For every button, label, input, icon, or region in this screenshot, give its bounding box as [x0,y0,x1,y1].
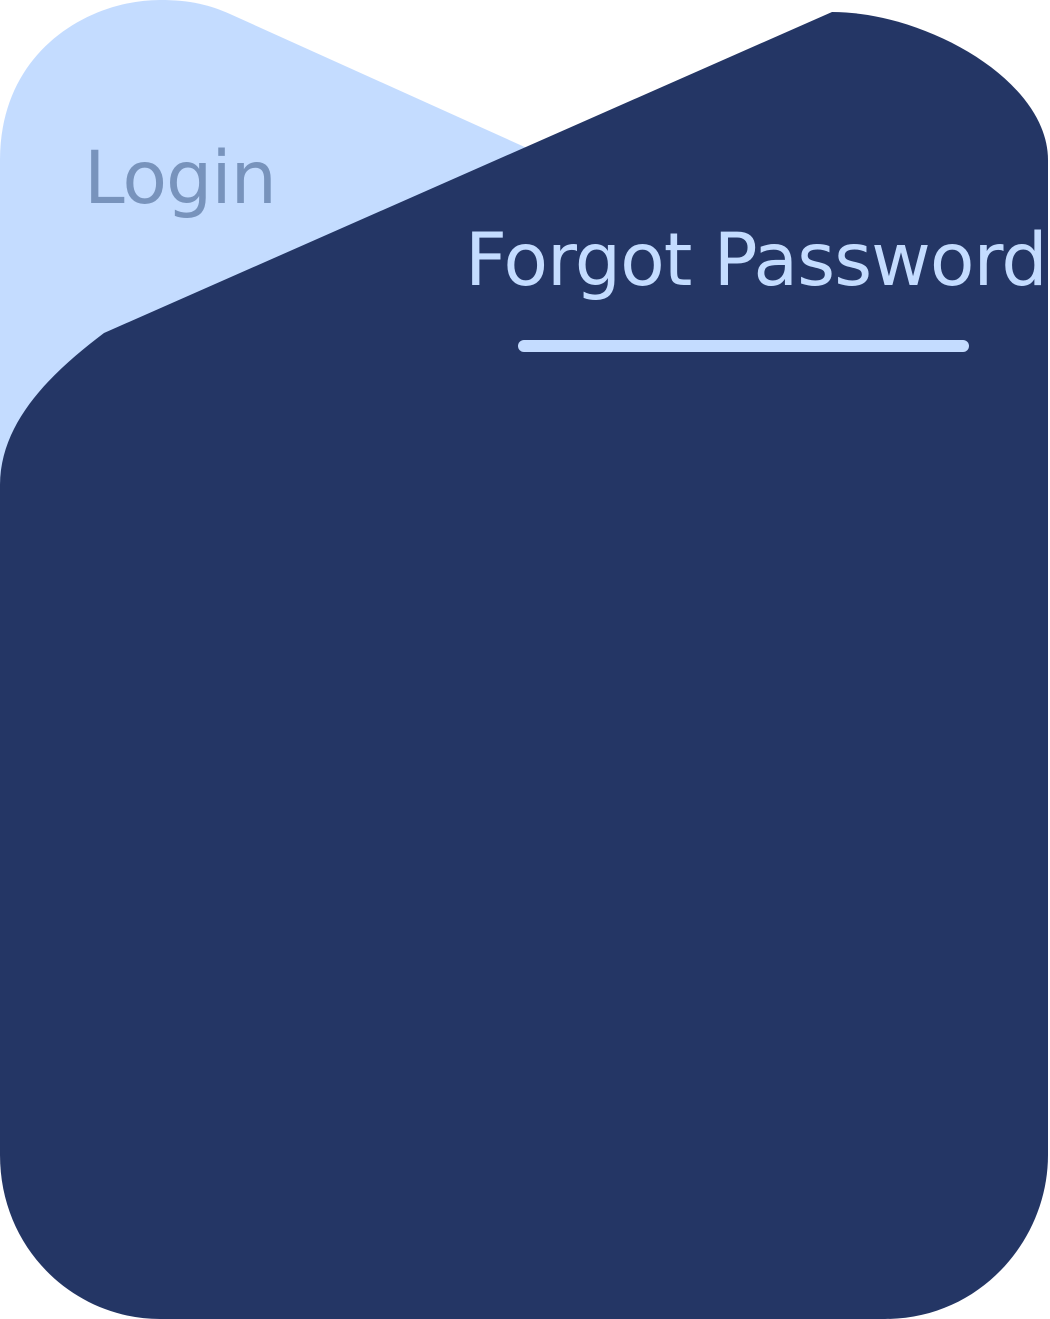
forgot-password-panel-content [60,420,990,1260]
tab-login[interactable]: Login [84,142,277,215]
tab-forgot-password[interactable]: Forgot Password [465,224,1048,297]
auth-card: Login Forgot Password [0,0,1050,1319]
active-tab-indicator [518,340,969,352]
